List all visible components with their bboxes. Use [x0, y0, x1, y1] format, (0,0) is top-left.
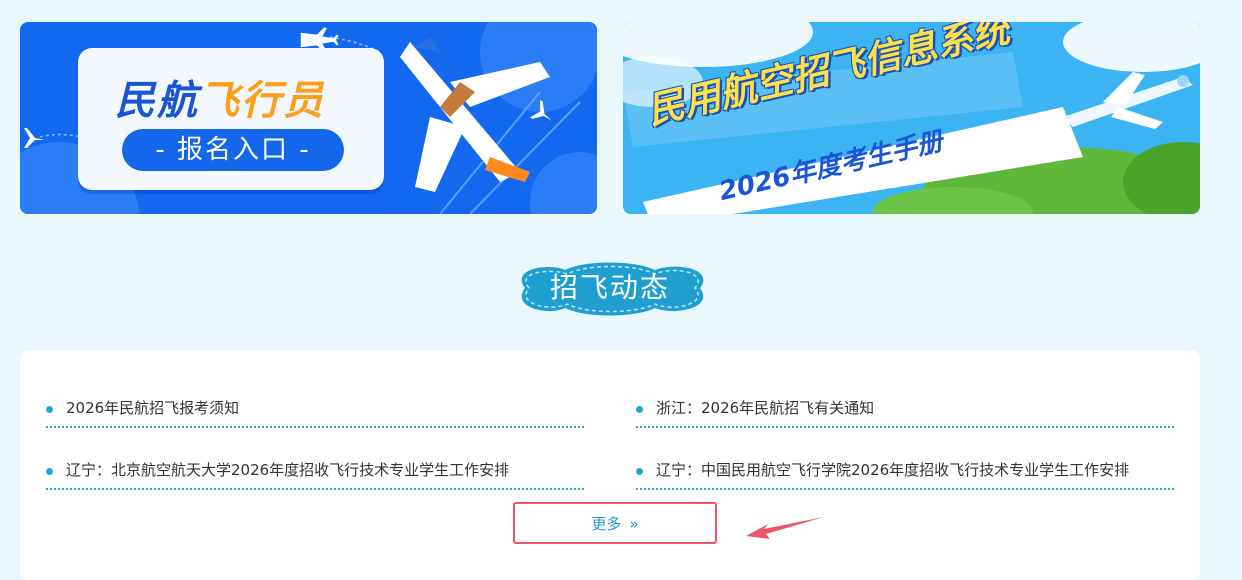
- banner-info-system[interactable]: 民用航空招飞信息系统 2026年度考生手册: [623, 22, 1200, 214]
- news-item[interactable]: 辽宁：中国民用航空飞行学院2026年度招收飞行技术专业学生工作安排: [636, 428, 1174, 490]
- banner-pilot-registration[interactable]: 民航飞行员 - 报名入口 -: [20, 22, 597, 214]
- bullet-dot-icon: [636, 406, 643, 413]
- more-button[interactable]: 更多 »: [513, 502, 717, 544]
- banner-left-title: 民航飞行员: [115, 68, 325, 126]
- pointer-arrow-icon: [746, 517, 824, 539]
- news-title[interactable]: 辽宁：中国民用航空飞行学院2026年度招收飞行技术专业学生工作安排: [656, 459, 1129, 480]
- news-item[interactable]: 浙江：2026年民航招飞有关通知: [636, 366, 1174, 428]
- bullet-dot-icon: [636, 468, 643, 475]
- double-chevron-right-icon: »: [629, 515, 639, 533]
- section-header-recruitment-news: 招飞动态: [505, 258, 715, 318]
- news-title[interactable]: 浙江：2026年民航招飞有关通知: [656, 397, 874, 418]
- title-part-minhang: 民航: [115, 78, 199, 124]
- registration-entry-button[interactable]: - 报名入口 -: [122, 129, 344, 171]
- title-part-pilot: 飞行员: [199, 78, 325, 124]
- bullet-dot-icon: [46, 468, 53, 475]
- news-item[interactable]: 2026年民航招飞报考须知: [46, 366, 584, 428]
- section-title: 招飞动态: [549, 271, 670, 304]
- news-title[interactable]: 辽宁：北京航空航天大学2026年度招收飞行技术专业学生工作安排: [66, 459, 509, 480]
- more-label: 更多: [591, 515, 622, 533]
- news-item[interactable]: 辽宁：北京航空航天大学2026年度招收飞行技术专业学生工作安排: [46, 428, 584, 490]
- news-title[interactable]: 2026年民航招飞报考须知: [66, 397, 239, 418]
- bullet-dot-icon: [46, 406, 53, 413]
